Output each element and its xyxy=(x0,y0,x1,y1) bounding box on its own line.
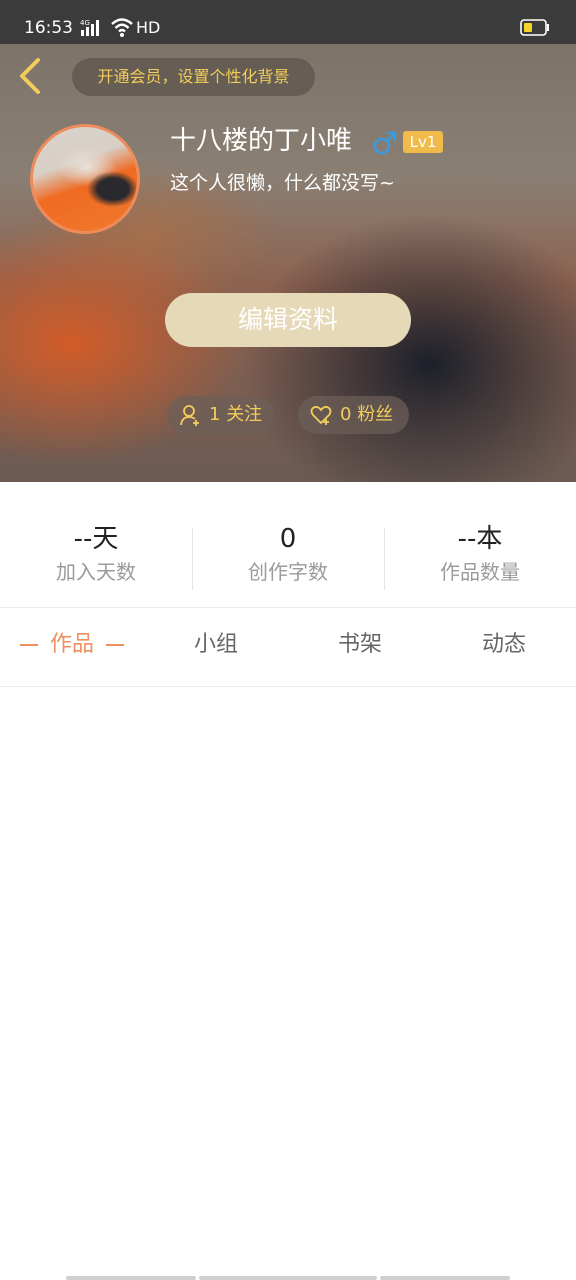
bio-text: 这个人很懒，什么都没写~ xyxy=(170,172,395,194)
user-add-icon xyxy=(180,405,199,426)
back-button[interactable] xyxy=(12,54,52,98)
nav-indicator xyxy=(66,1276,196,1280)
stat-works-count: --本 作品数量 xyxy=(384,522,576,592)
level-badge: Lv1 xyxy=(403,131,443,153)
tab-label: 作品 xyxy=(49,632,94,657)
tab-activity[interactable]: 动态 xyxy=(432,608,576,686)
nav-indicator xyxy=(199,1276,377,1280)
tab-indicator xyxy=(106,644,124,646)
status-time: 16:53 xyxy=(24,18,73,38)
stat-label: 创作字数 xyxy=(248,560,328,584)
stat-value: --天 xyxy=(73,524,119,554)
wifi-icon xyxy=(111,18,133,37)
heart-add-icon xyxy=(310,405,332,425)
divider xyxy=(0,686,576,687)
stat-word-count: 0 创作字数 xyxy=(192,522,384,592)
tab-bar: 作品 小组 书架 动态 xyxy=(0,608,576,686)
tab-label: 动态 xyxy=(481,632,526,657)
hd-indicator: HD xyxy=(136,18,161,37)
stat-value: --本 xyxy=(457,524,503,554)
username: 十八楼的丁小唯 xyxy=(170,126,353,156)
chevron-left-icon xyxy=(20,58,40,94)
fans-label: 粉丝 xyxy=(357,404,394,425)
profile-header: 开通会员，设置个性化背景 十八楼的丁小唯 Lv1 这个人很懒，什么都没写~ 编辑… xyxy=(0,44,576,482)
tab-works[interactable]: 作品 xyxy=(0,608,144,686)
tab-label: 小组 xyxy=(193,632,238,657)
tab-indicator xyxy=(19,644,38,646)
stat-value: 0 xyxy=(279,524,297,554)
stat-label: 作品数量 xyxy=(440,560,520,584)
edit-profile-button[interactable]: 编辑资料 xyxy=(165,293,411,347)
tab-groups[interactable]: 小组 xyxy=(144,608,288,686)
network-type-label: 4G xyxy=(80,19,90,27)
stat-join-days: --天 加入天数 xyxy=(0,522,192,592)
following-count: 1 xyxy=(209,404,221,425)
tab-bookshelf[interactable]: 书架 xyxy=(288,608,432,686)
battery-icon xyxy=(520,19,549,36)
stats-row: --天 加入天数 0 创作字数 --本 作品数量 xyxy=(0,522,576,592)
status-bar: 16:53 4G HD xyxy=(0,0,576,44)
tab-label: 书架 xyxy=(337,632,382,657)
stat-label: 加入天数 xyxy=(56,560,136,584)
following-label: 关注 xyxy=(226,404,263,425)
male-icon xyxy=(373,131,397,155)
fans-button[interactable]: 0 粉丝 xyxy=(298,396,409,434)
avatar[interactable] xyxy=(30,124,140,234)
nav-indicator xyxy=(380,1276,510,1280)
signal-icon: 4G xyxy=(80,19,99,36)
following-button[interactable]: 1 关注 xyxy=(167,396,274,434)
fans-count: 0 xyxy=(340,404,352,425)
vip-banner[interactable]: 开通会员，设置个性化背景 xyxy=(72,58,315,96)
